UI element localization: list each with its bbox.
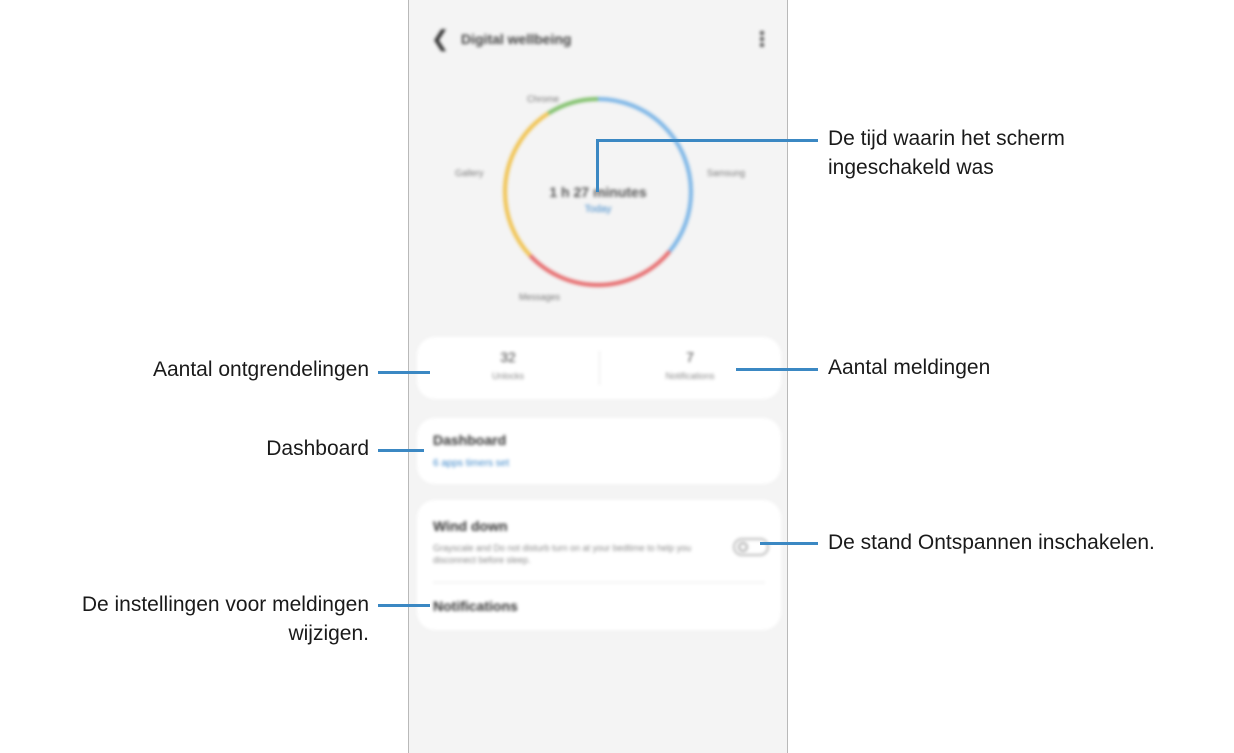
wind-down-toggle[interactable] (733, 538, 769, 556)
back-arrow-icon[interactable]: ❮ (431, 28, 449, 50)
unlocks-label: Unlocks (491, 371, 524, 381)
stats-card: 32 Unlocks 7 Notifications (417, 337, 781, 399)
app-title: Digital wellbeing (461, 31, 572, 47)
more-options-icon[interactable] (759, 29, 765, 49)
settings-card: Wind down Grayscale and Do not disturb t… (417, 500, 781, 630)
unlocks-count: 32 (500, 349, 516, 365)
phone-screenshot: ❮ Digital wellbeing Chrome Gallery Samsu… (408, 0, 788, 753)
wind-down-description: Grayscale and Do not disturb turn on at … (433, 543, 692, 565)
usage-ring[interactable]: Chrome Gallery Samsung Messages 1 h 27 m… (409, 80, 787, 320)
notifications-label: Notifications (665, 371, 715, 381)
callout-notif-settings: De instellingen voor meldingen wijzigen. (82, 590, 369, 648)
callout-wind-down: De stand Ontspannen inschakelen. (828, 531, 1155, 554)
callout-unlocks: Aantal ontgrendelingen (152, 358, 369, 381)
dashboard-subtitle: 6 apps timers set (433, 458, 510, 469)
callout-screen-time-line2: ingeschakeld was (828, 156, 994, 179)
callout-notifications-count: Aantal meldingen (828, 356, 991, 379)
unlocks-stat[interactable]: 32 Unlocks (417, 337, 599, 399)
ring-label-right: Samsung (707, 168, 746, 178)
callout-line-notif-settings (378, 604, 430, 607)
ring-label-left: Gallery (455, 168, 484, 178)
callout-line-unlocks (378, 371, 430, 374)
ring-label-bottom: Messages (519, 292, 561, 302)
toggle-knob (738, 542, 748, 552)
screen-time-today-link[interactable]: Today (409, 204, 787, 215)
callout-dashboard: Dashboard (266, 437, 369, 460)
usage-ring-chart (503, 97, 693, 287)
callout-line-wind-down (760, 542, 818, 545)
callout-line-screen-time (596, 139, 818, 142)
dashboard-title: Dashboard (433, 432, 507, 448)
app-bar: ❮ Digital wellbeing (409, 22, 787, 58)
callout-line-dashboard (378, 449, 424, 452)
dashboard-card[interactable]: Dashboard 6 apps timers set (417, 418, 781, 484)
callout-notif-settings-line2: wijzigen. (288, 622, 369, 645)
wind-down-title[interactable]: Wind down (433, 518, 508, 534)
callout-line-screen-time-vertical (596, 139, 599, 192)
notifications-count: 7 (686, 349, 694, 365)
callout-line-notifications-count (736, 368, 818, 371)
settings-divider (433, 582, 765, 583)
callout-screen-time-line1: De tijd waarin het scherm (828, 127, 1065, 150)
notifications-settings-item[interactable]: Notifications (433, 598, 518, 614)
ring-label-top: Chrome (527, 94, 560, 104)
callout-notif-settings-line1: De instellingen voor meldingen (81, 593, 369, 616)
callout-screen-time: De tijd waarin het scherm ingeschakeld w… (828, 124, 1065, 182)
